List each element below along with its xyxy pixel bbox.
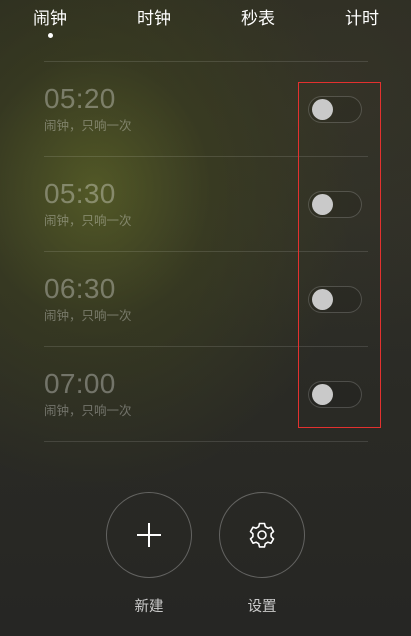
toggle-knob: [312, 194, 333, 215]
new-alarm-button[interactable]: [106, 492, 192, 578]
alarm-time: 06:30: [44, 273, 116, 304]
alarm-item[interactable]: 06:30 闹钟，只响一次: [44, 252, 368, 347]
alarm-toggle-switch[interactable]: [308, 381, 362, 408]
alarm-item[interactable]: 05:20 闹钟，只响一次: [44, 62, 368, 157]
alarm-toggle-switch[interactable]: [308, 286, 362, 313]
alarm-time: 05:30: [44, 178, 116, 209]
toggle-knob: [312, 384, 333, 405]
alarm-repeat-label: 闹钟，只响一次: [44, 118, 132, 133]
alarm-item[interactable]: 07:00 闹钟，只响一次: [44, 347, 368, 442]
alarm-repeat-label: 闹钟，只响一次: [44, 403, 132, 418]
alarm-repeat-label: 闹钟，只响一次: [44, 213, 132, 228]
tab-stopwatch[interactable]: 秒表: [241, 9, 275, 29]
alarm-repeat-label: 闹钟，只响一次: [44, 308, 132, 323]
alarm-time: 05:20: [44, 83, 116, 114]
plus-icon: [137, 523, 161, 547]
settings-button[interactable]: [219, 492, 305, 578]
new-alarm-label: 新建: [134, 599, 164, 615]
gear-icon: [249, 522, 275, 548]
toggle-knob: [312, 289, 333, 310]
tab-clock[interactable]: 时钟: [137, 9, 171, 29]
alarm-list: 05:20 闹钟，只响一次 05:30 闹钟，只响一次 06:30 闹钟，只响一…: [44, 61, 368, 442]
alarm-item[interactable]: 05:30 闹钟，只响一次: [44, 157, 368, 252]
tab-timer[interactable]: 计时: [345, 9, 379, 29]
tab-alarm[interactable]: 闹钟: [33, 9, 67, 29]
settings-label: 设置: [247, 599, 277, 615]
alarm-time: 07:00: [44, 368, 116, 399]
alarm-toggle-switch[interactable]: [308, 96, 362, 123]
active-tab-indicator: [48, 33, 53, 38]
toggle-knob: [312, 99, 333, 120]
tab-bar: 闹钟 时钟 秒表 计时: [0, 0, 411, 42]
alarm-toggle-switch[interactable]: [308, 191, 362, 218]
